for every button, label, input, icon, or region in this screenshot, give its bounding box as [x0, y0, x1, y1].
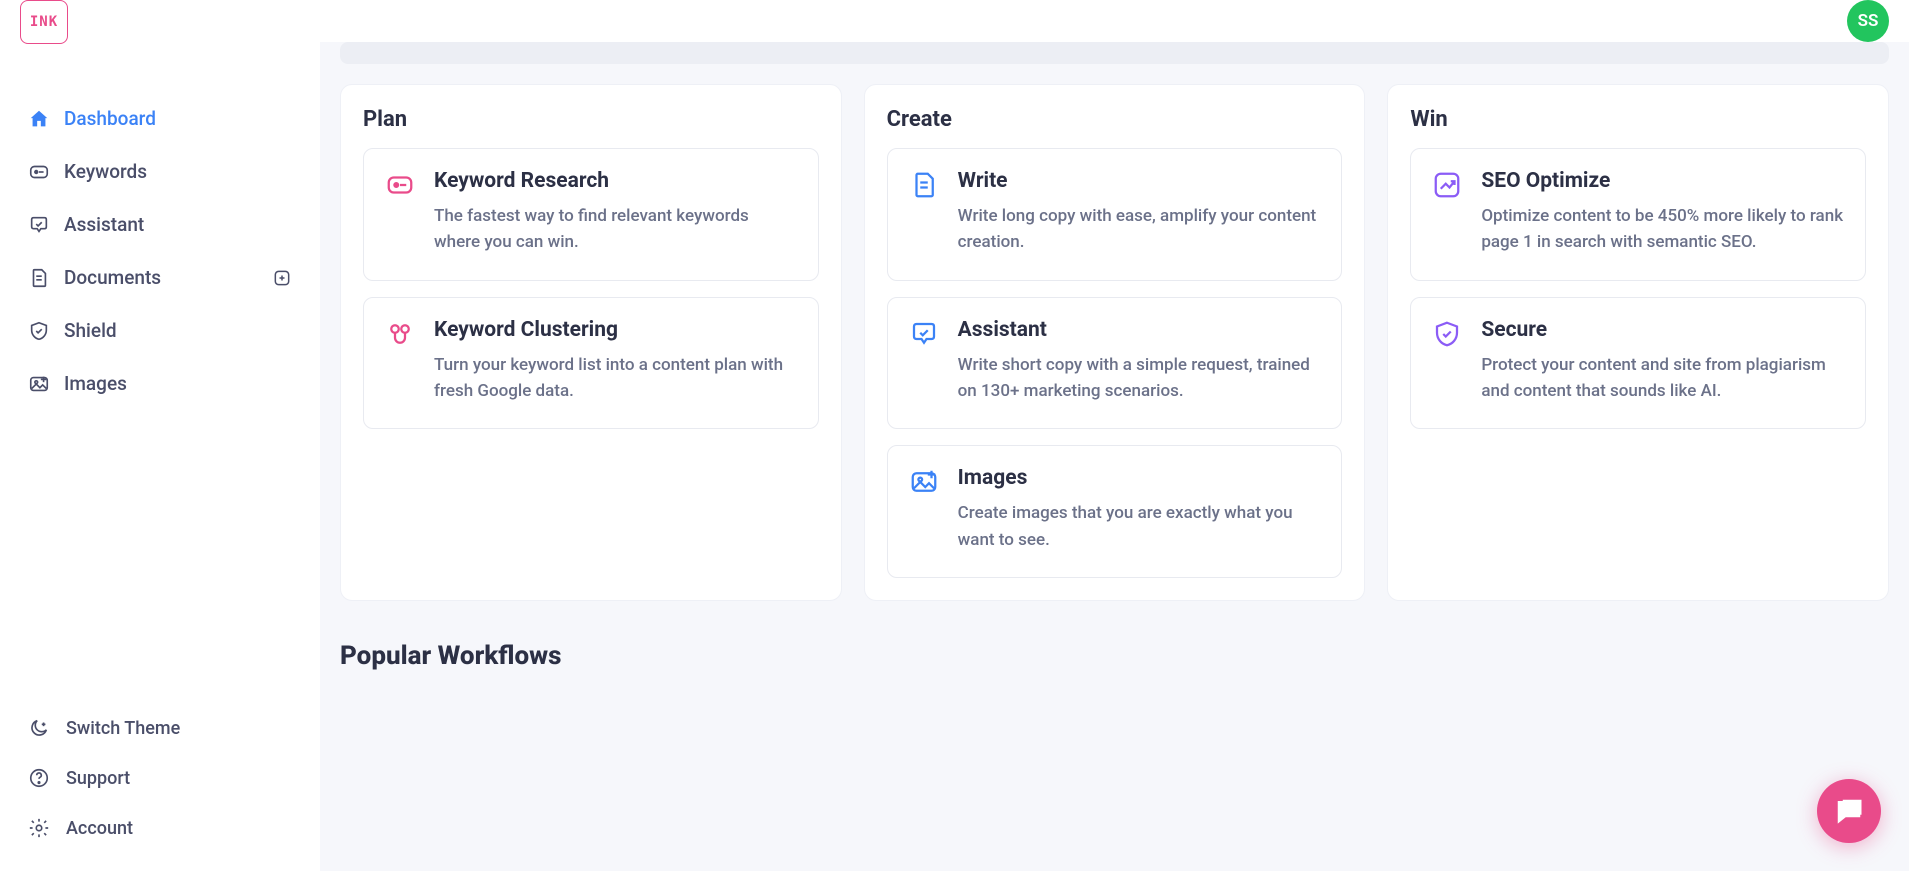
- panel-create: Create Write Write long copy with ease, …: [864, 84, 1366, 601]
- topbar: SS: [320, 0, 1909, 42]
- sidebar-item-label: Shield: [64, 319, 117, 342]
- sidebar-item-label: Documents: [64, 266, 161, 289]
- panel-title: Plan: [363, 107, 819, 132]
- moon-icon: [28, 717, 50, 739]
- popular-workflows-heading: Popular Workflows: [340, 641, 1889, 671]
- footer-nav: Switch Theme Support Account: [20, 705, 300, 871]
- main-content: SS Plan Keyword Research The fastest way…: [320, 0, 1909, 871]
- shield-icon: [28, 320, 50, 342]
- card-title: Keyword Clustering: [434, 318, 798, 342]
- card-keyword-research[interactable]: Keyword Research The fastest way to find…: [363, 148, 819, 281]
- panel-title: Win: [1410, 107, 1866, 132]
- support-button[interactable]: Support: [20, 755, 300, 801]
- card-seo-optimize[interactable]: SEO Optimize Optimize content to be 450%…: [1410, 148, 1866, 281]
- sidebar-item-shield[interactable]: Shield: [20, 306, 300, 355]
- sidebar-item-assistant[interactable]: Assistant: [20, 200, 300, 249]
- image-plus-icon: [908, 466, 940, 498]
- card-desc: Turn your keyword list into a content pl…: [434, 352, 798, 405]
- assistant-icon: [908, 318, 940, 350]
- user-avatar[interactable]: SS: [1847, 0, 1889, 42]
- logo-text: INK: [30, 14, 58, 30]
- chat-icon: [1834, 796, 1864, 826]
- footer-item-label: Support: [66, 768, 130, 789]
- card-title: Secure: [1481, 318, 1845, 342]
- cluster-icon: [384, 318, 416, 350]
- footer-item-label: Account: [66, 818, 133, 839]
- avatar-initials: SS: [1858, 11, 1879, 31]
- card-title: Keyword Research: [434, 169, 798, 193]
- key-icon: [28, 161, 50, 183]
- sidebar-item-dashboard[interactable]: Dashboard: [20, 94, 300, 143]
- card-assistant[interactable]: Assistant Write short copy with a simple…: [887, 297, 1343, 430]
- sidebar: INK Dashboard Keywords Assistant: [0, 0, 320, 871]
- assistant-icon: [28, 214, 50, 236]
- card-keyword-clustering[interactable]: Keyword Clustering Turn your keyword lis…: [363, 297, 819, 430]
- write-icon: [908, 169, 940, 201]
- sidebar-item-label: Dashboard: [64, 107, 156, 130]
- panel-plan: Plan Keyword Research The fastest way to…: [340, 84, 842, 601]
- image-icon: [28, 373, 50, 395]
- document-icon: [28, 267, 50, 289]
- add-document-button[interactable]: [272, 268, 292, 288]
- card-title: Write: [958, 169, 1322, 193]
- card-write[interactable]: Write Write long copy with ease, amplify…: [887, 148, 1343, 281]
- chat-fab[interactable]: [1817, 779, 1881, 843]
- card-desc: Write short copy with a simple request, …: [958, 352, 1322, 405]
- sidebar-item-keywords[interactable]: Keywords: [20, 147, 300, 196]
- card-desc: Protect your content and site from plagi…: [1481, 352, 1845, 405]
- sidebar-item-label: Assistant: [64, 213, 144, 236]
- panel-title: Create: [887, 107, 1343, 132]
- card-desc: Create images that you are exactly what …: [958, 500, 1322, 553]
- logo[interactable]: INK: [20, 0, 68, 44]
- card-secure[interactable]: Secure Protect your content and site fro…: [1410, 297, 1866, 430]
- main-nav: Dashboard Keywords Assistant Documents: [20, 94, 300, 408]
- key-icon: [384, 169, 416, 201]
- card-title: Assistant: [958, 318, 1322, 342]
- card-desc: Write long copy with ease, amplify your …: [958, 203, 1322, 256]
- card-title: SEO Optimize: [1481, 169, 1845, 193]
- banner-placeholder: [340, 42, 1889, 64]
- sidebar-item-label: Images: [64, 372, 127, 395]
- panel-win: Win SEO Optimize Optimize content to be …: [1387, 84, 1889, 601]
- footer-item-label: Switch Theme: [66, 718, 180, 739]
- card-title: Images: [958, 466, 1322, 490]
- card-images[interactable]: Images Create images that you are exactl…: [887, 445, 1343, 578]
- shield-check-icon: [1431, 318, 1463, 350]
- card-desc: The fastest way to find relevant keyword…: [434, 203, 798, 256]
- card-desc: Optimize content to be 450% more likely …: [1481, 203, 1845, 256]
- sidebar-item-label: Keywords: [64, 160, 147, 183]
- home-icon: [28, 108, 50, 130]
- sidebar-item-documents[interactable]: Documents: [20, 253, 300, 302]
- help-icon: [28, 767, 50, 789]
- gear-icon: [28, 817, 50, 839]
- trending-up-icon: [1431, 169, 1463, 201]
- account-button[interactable]: Account: [20, 805, 300, 851]
- switch-theme-button[interactable]: Switch Theme: [20, 705, 300, 751]
- sidebar-item-images[interactable]: Images: [20, 359, 300, 408]
